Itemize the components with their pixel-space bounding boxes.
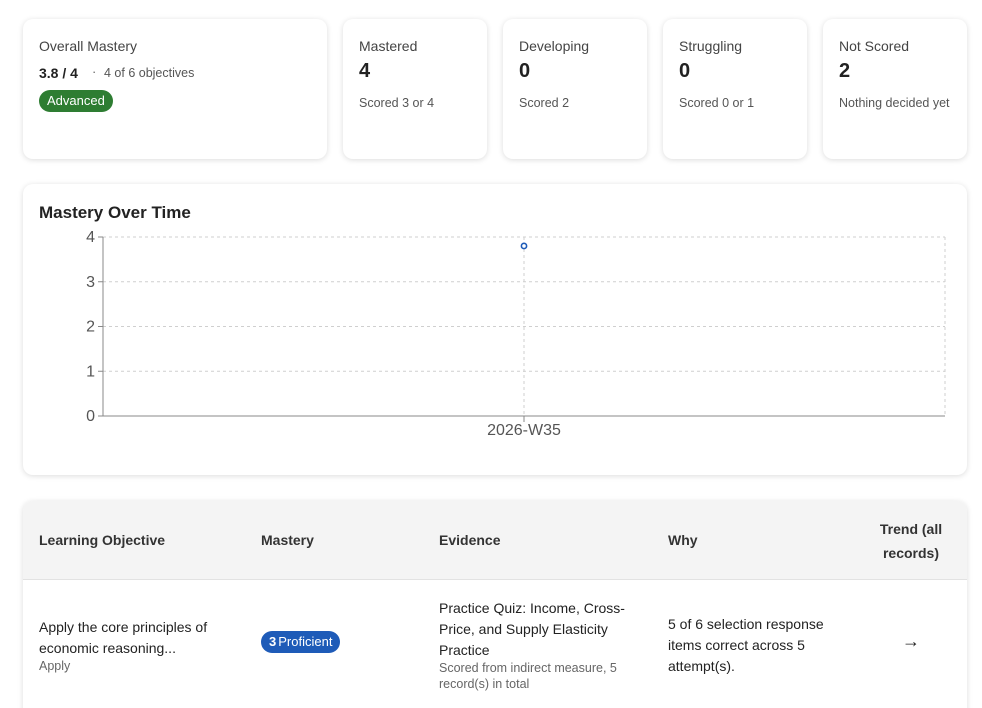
mastery-chart-card: Mastery Over Time 0 1 2 3 4 2026-W35 [23,184,967,475]
stat-value: 4 [359,60,371,82]
overall-mastery-card: Overall Mastery 3.8 / 4 · 4 of 6 objecti… [23,19,327,159]
objective-bloom-level: Apply [39,659,71,673]
trend-arrow-icon: → [902,631,920,651]
evidence-note: Scored from indirect measure, 5 record(s… [439,661,617,691]
y-tick-label: 3 [86,274,95,291]
y-tick-label: 0 [86,408,95,425]
stat-description: Scored 0 or 1 [679,96,755,110]
mastery-level-number: 3 [269,634,277,649]
mastery-over-time-chart: 0 1 2 3 4 2026-W35 [86,229,946,439]
mastered-card: Mastered 4 Scored 3 or 4 [343,19,487,159]
mastery-level-badge: Advanced [39,90,113,112]
y-tick-label: 2 [86,319,95,336]
header-learning-objective[interactable]: Learning Objective [39,532,165,548]
struggling-card: Struggling 0 Scored 0 or 1 [663,19,807,159]
stat-description: Nothing decided yet [839,96,950,110]
objectives-table: Learning Objective Mastery Evidence Why … [23,501,967,708]
x-tick-label: 2026-W35 [487,422,561,439]
header-why[interactable]: Why [668,532,698,548]
stat-description: Scored 2 [519,96,570,110]
stat-value: 2 [839,60,851,82]
objective-text[interactable]: Apply the core principles of economic re… [39,617,239,659]
y-tick-label: 4 [86,229,95,246]
objectives-count: 4 of 6 objectives [104,66,195,80]
stat-label: Developing [519,38,590,54]
stat-value: 0 [519,60,531,82]
overall-mastery-score: 3.8 / 4 [39,65,78,81]
why-text: 5 of 6 selection response items correct … [668,616,824,674]
stat-label: Mastered [359,38,418,54]
data-point [520,242,528,250]
developing-card: Developing 0 Scored 2 [503,19,647,159]
not-scored-card: Not Scored 2 Nothing decided yet [823,19,967,159]
stat-description: Scored 3 or 4 [359,96,435,110]
stat-label: Struggling [679,38,743,54]
evidence-text: Practice Quiz: Income, Cross-Price, and … [439,600,625,658]
stat-value: 0 [679,60,691,82]
mastery-badge: 3 Proficient [261,631,341,653]
stat-label: Not Scored [839,38,910,54]
overall-mastery-label: Overall Mastery [39,38,138,54]
header-mastery[interactable]: Mastery [261,532,314,548]
y-tick-label: 1 [86,363,95,380]
header-trend[interactable]: Trend (all records) [871,517,951,565]
mastery-level-label: Proficient [278,634,333,649]
header-evidence[interactable]: Evidence [439,532,500,548]
separator-dot: · [92,64,97,79]
